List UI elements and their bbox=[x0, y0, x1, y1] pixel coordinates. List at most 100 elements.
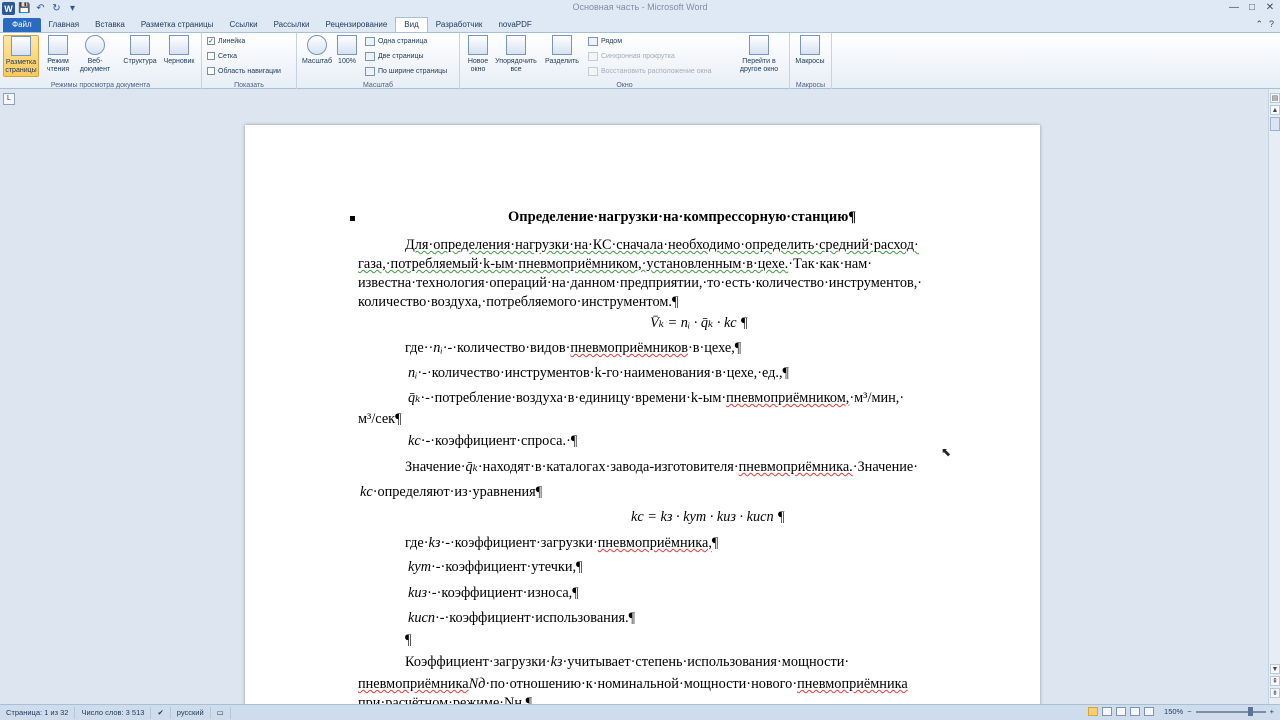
tab-developer[interactable]: Разработчик bbox=[428, 18, 491, 32]
group-zoom: Масштаб 100% Одна страница Две страницы … bbox=[297, 33, 460, 90]
reading-view-icon[interactable] bbox=[1102, 707, 1113, 716]
undo-icon[interactable]: ↶ bbox=[34, 2, 47, 15]
ruler-toggle-icon[interactable]: ▤ bbox=[1270, 93, 1280, 103]
tab-page-layout[interactable]: Разметка страницы bbox=[133, 18, 222, 32]
macro-record-icon[interactable]: ▭ bbox=[211, 706, 231, 719]
checkbox-unchecked[interactable] bbox=[207, 67, 215, 75]
page-count[interactable]: Страница: 1 из 32 bbox=[0, 706, 76, 719]
arrange-all-icon bbox=[506, 35, 526, 55]
zoom-level[interactable]: 150% bbox=[1164, 707, 1183, 716]
group-label-show: Показать bbox=[234, 82, 264, 89]
maximize-button[interactable]: □ bbox=[1246, 1, 1258, 13]
zoom-in-button[interactable]: + bbox=[1270, 707, 1274, 716]
tab-view[interactable]: Вид bbox=[395, 17, 428, 32]
tab-novapdf[interactable]: novaPDF bbox=[490, 18, 539, 32]
paragraph-line[interactable]: nᵢ·-·количество·инструментов·k-го·наимен… bbox=[408, 365, 789, 382]
split-button[interactable]: Разделить bbox=[542, 35, 582, 77]
spelling-icon[interactable]: ✔ bbox=[151, 706, 171, 719]
scroll-thumb[interactable] bbox=[1270, 117, 1280, 131]
paragraph-line[interactable]: kc·определяют·из·уравнения¶ bbox=[360, 484, 542, 501]
paragraph-line[interactable]: ¶ bbox=[405, 632, 411, 649]
print-layout-button[interactable]: Разметка страницы bbox=[3, 35, 39, 77]
paragraph-line[interactable]: Коэффициент·загрузки·kз·учитывает·степен… bbox=[405, 654, 849, 671]
scroll-down-icon[interactable]: ▼ bbox=[1270, 664, 1280, 674]
paragraph-line[interactable]: количество·воздуха,·потребляемого·инстру… bbox=[358, 294, 678, 311]
language[interactable]: русский bbox=[171, 706, 211, 719]
macros-button[interactable]: Макросы bbox=[792, 35, 828, 77]
prev-page-icon[interactable]: ⇞ bbox=[1270, 676, 1280, 686]
page-width-button[interactable]: По ширине страницы bbox=[365, 64, 447, 78]
web-view-icon[interactable] bbox=[1116, 707, 1127, 716]
document-page[interactable]: Определение·нагрузки·на·компрессорную·ст… bbox=[245, 125, 1040, 704]
tab-home[interactable]: Главная bbox=[41, 18, 87, 32]
zoom-100-button[interactable]: 100% bbox=[331, 35, 363, 77]
paragraph-line[interactable]: kисп·-·коэффициент·использования.¶ bbox=[408, 610, 635, 627]
paragraph-line[interactable]: газа,·потребляемый·k-ым·пневмоприёмником… bbox=[358, 256, 872, 273]
zoom-out-button[interactable]: − bbox=[1187, 707, 1191, 716]
minimize-button[interactable]: — bbox=[1228, 1, 1240, 13]
web-layout-button[interactable]: Веб-документ bbox=[73, 35, 117, 77]
save-icon[interactable]: 💾 bbox=[18, 2, 31, 15]
paragraph-line[interactable]: м³/сек¶ bbox=[358, 411, 402, 428]
paragraph-line[interactable]: где··nᵢ·-·количество·видов·пневмоприёмни… bbox=[405, 340, 741, 357]
heading[interactable]: Определение·нагрузки·на·компрессорную·ст… bbox=[508, 209, 856, 226]
gridlines-checkbox[interactable]: Сетка bbox=[207, 49, 237, 63]
tab-selector-icon[interactable]: L bbox=[3, 93, 15, 105]
outline-button[interactable]: Структура bbox=[122, 35, 158, 77]
sync-scrolling-button[interactable]: Синхронная прокрутка bbox=[588, 49, 675, 63]
switch-windows-button[interactable]: Перейти в другое окно bbox=[732, 35, 786, 77]
reading-mode-button[interactable]: Режим чтения bbox=[40, 35, 76, 77]
tab-file[interactable]: Файл bbox=[3, 18, 41, 32]
draft-button[interactable]: Черновик bbox=[161, 35, 197, 77]
paragraph-line[interactable]: Значение·q̄ₖ·находят·в·каталогах·завода-… bbox=[405, 459, 918, 476]
checkbox-checked[interactable]: ✓ bbox=[207, 37, 215, 45]
sync-scrolling-icon bbox=[588, 51, 598, 61]
reset-window-position-button[interactable]: Восстановить расположение окна bbox=[588, 64, 711, 78]
one-page-button[interactable]: Одна страница bbox=[365, 34, 427, 48]
tab-references[interactable]: Ссылки bbox=[221, 18, 265, 32]
formula-2[interactable]: kc = kз · kут · kиз · kисп ¶ bbox=[631, 509, 785, 526]
group-document-views: Разметка страницы Режим чтения Веб-докум… bbox=[0, 33, 202, 90]
ruler-checkbox[interactable]: ✓ Линейка bbox=[207, 34, 245, 48]
draft-view-icon[interactable] bbox=[1144, 707, 1155, 716]
redo-icon[interactable]: ↻ bbox=[50, 2, 63, 15]
zoom-slider[interactable] bbox=[1195, 706, 1266, 716]
checkbox-unchecked[interactable] bbox=[207, 52, 215, 60]
paragraph-line[interactable]: kc·-·коэффициент·спроса.·¶ bbox=[408, 433, 577, 450]
ribbon-minimize-icon[interactable]: ⌃ bbox=[1255, 19, 1263, 30]
tab-review[interactable]: Рецензирование bbox=[318, 18, 396, 32]
arrange-all-button[interactable]: Упорядочить все bbox=[494, 35, 538, 77]
next-page-icon[interactable]: ⇟ bbox=[1270, 688, 1280, 698]
navigation-pane-checkbox[interactable]: Область навигации bbox=[207, 64, 281, 78]
formula-1[interactable]: V̄ₖ = nᵢ · q̄ₖ · kc ¶ bbox=[650, 315, 748, 332]
qat-dropdown-icon[interactable]: ▾ bbox=[66, 2, 79, 15]
vertical-scrollbar[interactable]: ▤ ▲ ▼ ⇞ ⇟ bbox=[1268, 89, 1280, 704]
two-pages-button[interactable]: Две страницы bbox=[365, 49, 424, 63]
zoom-button[interactable]: Масштаб bbox=[299, 35, 335, 77]
close-button[interactable]: ✕ bbox=[1264, 1, 1276, 13]
paragraph-line[interactable]: пневмоприёмникаNд·по·отношению·к·номинал… bbox=[358, 676, 908, 693]
word-count[interactable]: Число слов: 3 513 bbox=[75, 706, 152, 719]
print-layout-view-icon[interactable] bbox=[1088, 707, 1099, 716]
document-area[interactable]: Определение·нагрузки·на·компрессорную·ст… bbox=[0, 89, 1268, 704]
two-pages-icon bbox=[365, 51, 375, 61]
outline-view-icon[interactable] bbox=[1130, 707, 1141, 716]
ribbon-tabs: Файл Главная Вставка Разметка страницы С… bbox=[0, 17, 1280, 32]
zoom-slider-thumb[interactable] bbox=[1247, 706, 1253, 716]
side-by-side-button[interactable]: Рядом bbox=[588, 34, 622, 48]
scroll-up-icon[interactable]: ▲ bbox=[1270, 105, 1280, 115]
paragraph-line[interactable]: где·kз·-·коэффициент·загрузки·пневмоприё… bbox=[405, 535, 718, 552]
paragraph-line[interactable]: Для·определения·нагрузки·на·КС·сначала·н… bbox=[405, 237, 919, 254]
help-icon[interactable]: ? bbox=[1269, 19, 1274, 30]
paragraph-line[interactable]: при·расчётном·режиме·Nн.¶ bbox=[358, 695, 532, 704]
bullet-icon bbox=[350, 216, 355, 221]
paragraph-line[interactable]: q̄ₖ·-·потребление·воздуха·в·единицу·врем… bbox=[408, 390, 904, 407]
paragraph-line[interactable]: известна·технология·операций·на·данном·п… bbox=[358, 275, 922, 292]
word-logo-icon[interactable]: W bbox=[2, 2, 15, 15]
paragraph-line[interactable]: kиз·-·коэффициент·износа,¶ bbox=[408, 585, 579, 602]
new-window-button[interactable]: Новое окно bbox=[462, 35, 494, 77]
group-window: Новое окно Упорядочить все Разделить Ряд… bbox=[460, 33, 790, 90]
tab-mailings[interactable]: Рассылки bbox=[266, 18, 318, 32]
paragraph-line[interactable]: kут·-·коэффициент·утечки,¶ bbox=[408, 559, 583, 576]
tab-insert[interactable]: Вставка bbox=[87, 18, 133, 32]
